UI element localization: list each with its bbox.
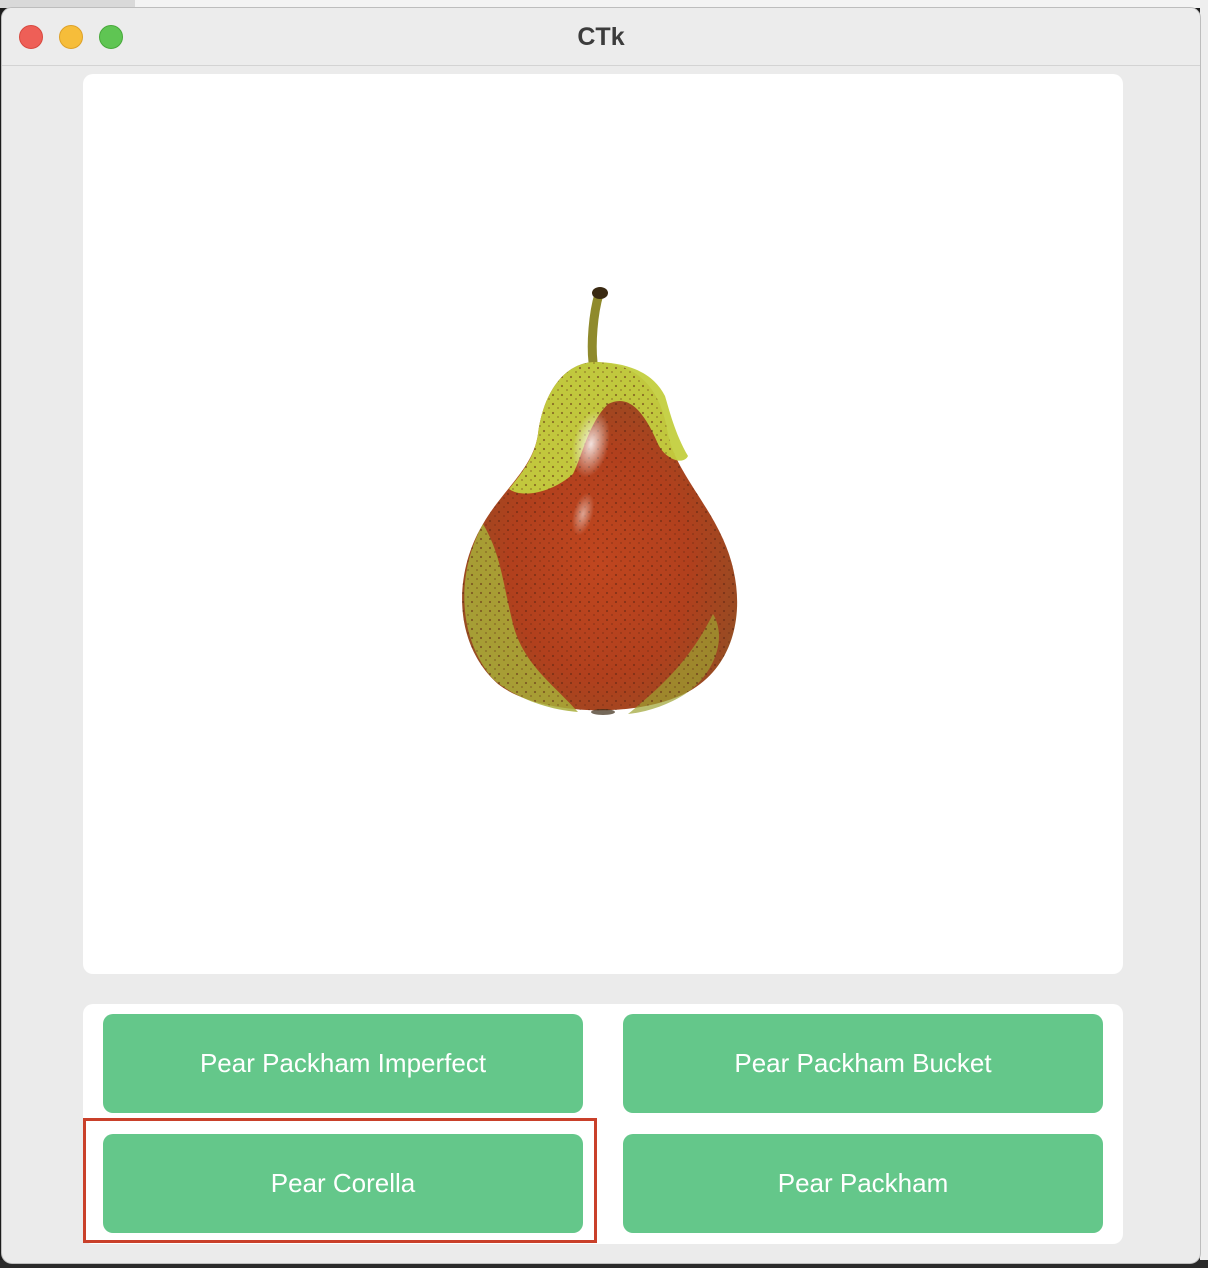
app-window: CTk Pear Packham Imperfect Pear Packham …	[1, 7, 1201, 1264]
answer-panel: Pear Packham Imperfect Pear Packham Buck…	[83, 1004, 1123, 1244]
desktop-background-right	[1200, 0, 1208, 1268]
answer-button-pear-corella[interactable]: Pear Corella	[103, 1134, 583, 1233]
answer-button-pear-packham[interactable]: Pear Packham	[623, 1134, 1103, 1233]
answer-button-pear-packham-bucket[interactable]: Pear Packham Bucket	[623, 1014, 1103, 1113]
title-bar[interactable]: CTk	[2, 8, 1200, 66]
image-panel	[83, 74, 1123, 974]
pear-image	[462, 287, 738, 715]
answer-button-pear-packham-imperfect[interactable]: Pear Packham Imperfect	[103, 1014, 583, 1113]
window-title: CTk	[577, 23, 625, 51]
